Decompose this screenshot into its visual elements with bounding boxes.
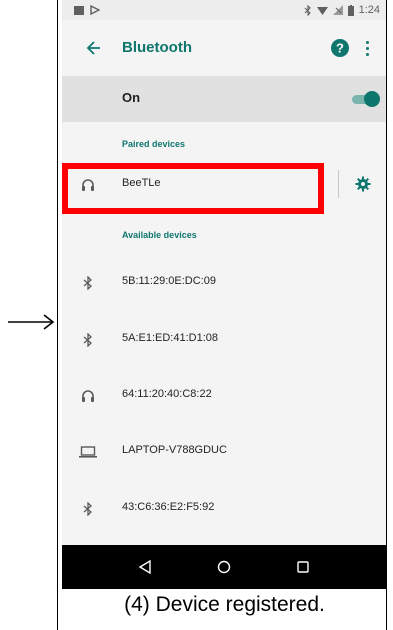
bluetooth-toggle-row[interactable]: On [62, 76, 386, 122]
help-icon[interactable]: ? [330, 38, 350, 58]
switch-thumb [364, 91, 380, 107]
available-device-row[interactable]: LAPTOP-V788GDUC [62, 429, 386, 475]
toggle-label: On [122, 90, 141, 105]
no-sim-icon [332, 5, 343, 15]
back-triangle-icon [138, 560, 152, 574]
battery-icon [347, 4, 354, 16]
notification-image-icon [74, 5, 84, 15]
headphones-icon [78, 386, 98, 406]
device-name: LAPTOP-V788GDUC [122, 444, 227, 456]
device-name: BeeTLe [122, 177, 161, 189]
vertical-divider [338, 170, 339, 198]
device-name: 64:11:20:40:C8:22 [122, 388, 212, 400]
status-bar: 1:24 [62, 0, 386, 20]
phone-screen: 1:24 Bluetooth ? On Paired devices BeeTL… [62, 0, 386, 589]
available-device-row[interactable]: 43:C6:36:E2:F5:92 [62, 486, 386, 532]
home-circle-icon [217, 560, 231, 574]
available-device-row[interactable]: 5B:11:29:0E:DC:09 [62, 260, 386, 306]
available-devices-header: Available devices [122, 230, 197, 240]
frame-left-border [57, 0, 58, 630]
paired-devices-header: Paired devices [122, 139, 186, 149]
nav-home-button[interactable] [213, 556, 235, 578]
wifi-icon [316, 6, 328, 15]
navigation-bar [62, 545, 386, 589]
device-name: 5A:E1:ED:41:D1:08 [122, 332, 219, 344]
device-name: 5B:11:29:0E:DC:09 [122, 275, 216, 287]
available-device-row[interactable]: 64:11:20:40:C8:22 [62, 373, 386, 419]
pointer-arrow-icon [8, 314, 55, 330]
headphones-icon [78, 175, 98, 195]
bluetooth-switch[interactable] [352, 90, 380, 108]
page-title: Bluetooth [122, 39, 192, 56]
bluetooth-icon [78, 273, 98, 293]
gear-icon[interactable] [355, 176, 371, 192]
more-vert-icon [365, 40, 369, 44]
app-bar: Bluetooth ? [62, 20, 386, 76]
bluetooth-icon [78, 330, 98, 350]
recents-square-icon [296, 561, 309, 573]
figure-caption: (4) Device registered. [124, 593, 325, 616]
nav-back-button[interactable] [134, 556, 156, 578]
more-options-button[interactable] [362, 36, 372, 60]
available-device-row[interactable]: 5A:E1:ED:41:D1:08 [62, 317, 386, 363]
bluetooth-icon [78, 499, 98, 519]
back-button[interactable] [80, 34, 108, 62]
notification-play-icon [90, 5, 100, 15]
laptop-icon [78, 442, 98, 462]
status-time: 1:24 [358, 4, 380, 16]
device-name: 43:C6:36:E2:F5:92 [122, 501, 215, 513]
svg-text:?: ? [336, 41, 344, 56]
arrow-back-icon [87, 41, 100, 55]
nav-recents-button[interactable] [292, 556, 314, 578]
bluetooth-icon [304, 4, 311, 16]
frame-right-border [386, 0, 387, 630]
